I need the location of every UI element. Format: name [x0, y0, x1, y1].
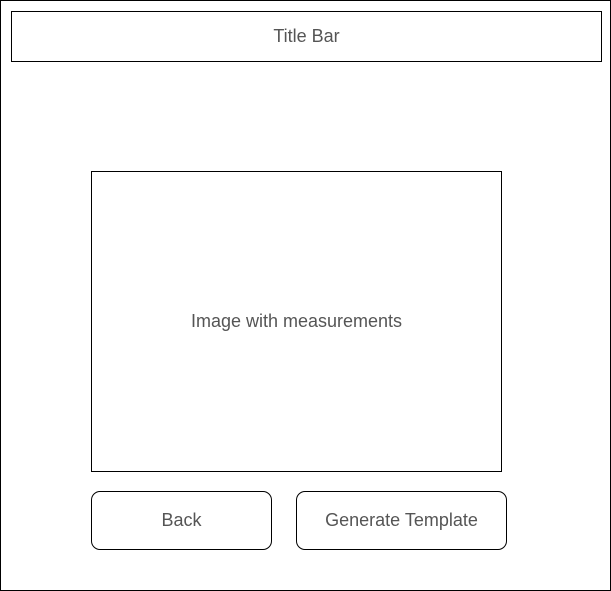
measurement-image-label: Image with measurements: [190, 311, 403, 331]
title-bar: Title Bar: [11, 11, 602, 62]
generate-template-button-label: Generate Template: [325, 510, 478, 530]
measurement-image: Image with measurements: [91, 171, 502, 472]
app-frame: Title Bar Image with measurements Back G…: [0, 0, 611, 591]
generate-template-button[interactable]: Generate Template: [296, 491, 507, 550]
back-button[interactable]: Back: [91, 491, 272, 550]
back-button-label: Back: [161, 510, 202, 530]
title-bar-label: Title Bar: [273, 26, 340, 46]
